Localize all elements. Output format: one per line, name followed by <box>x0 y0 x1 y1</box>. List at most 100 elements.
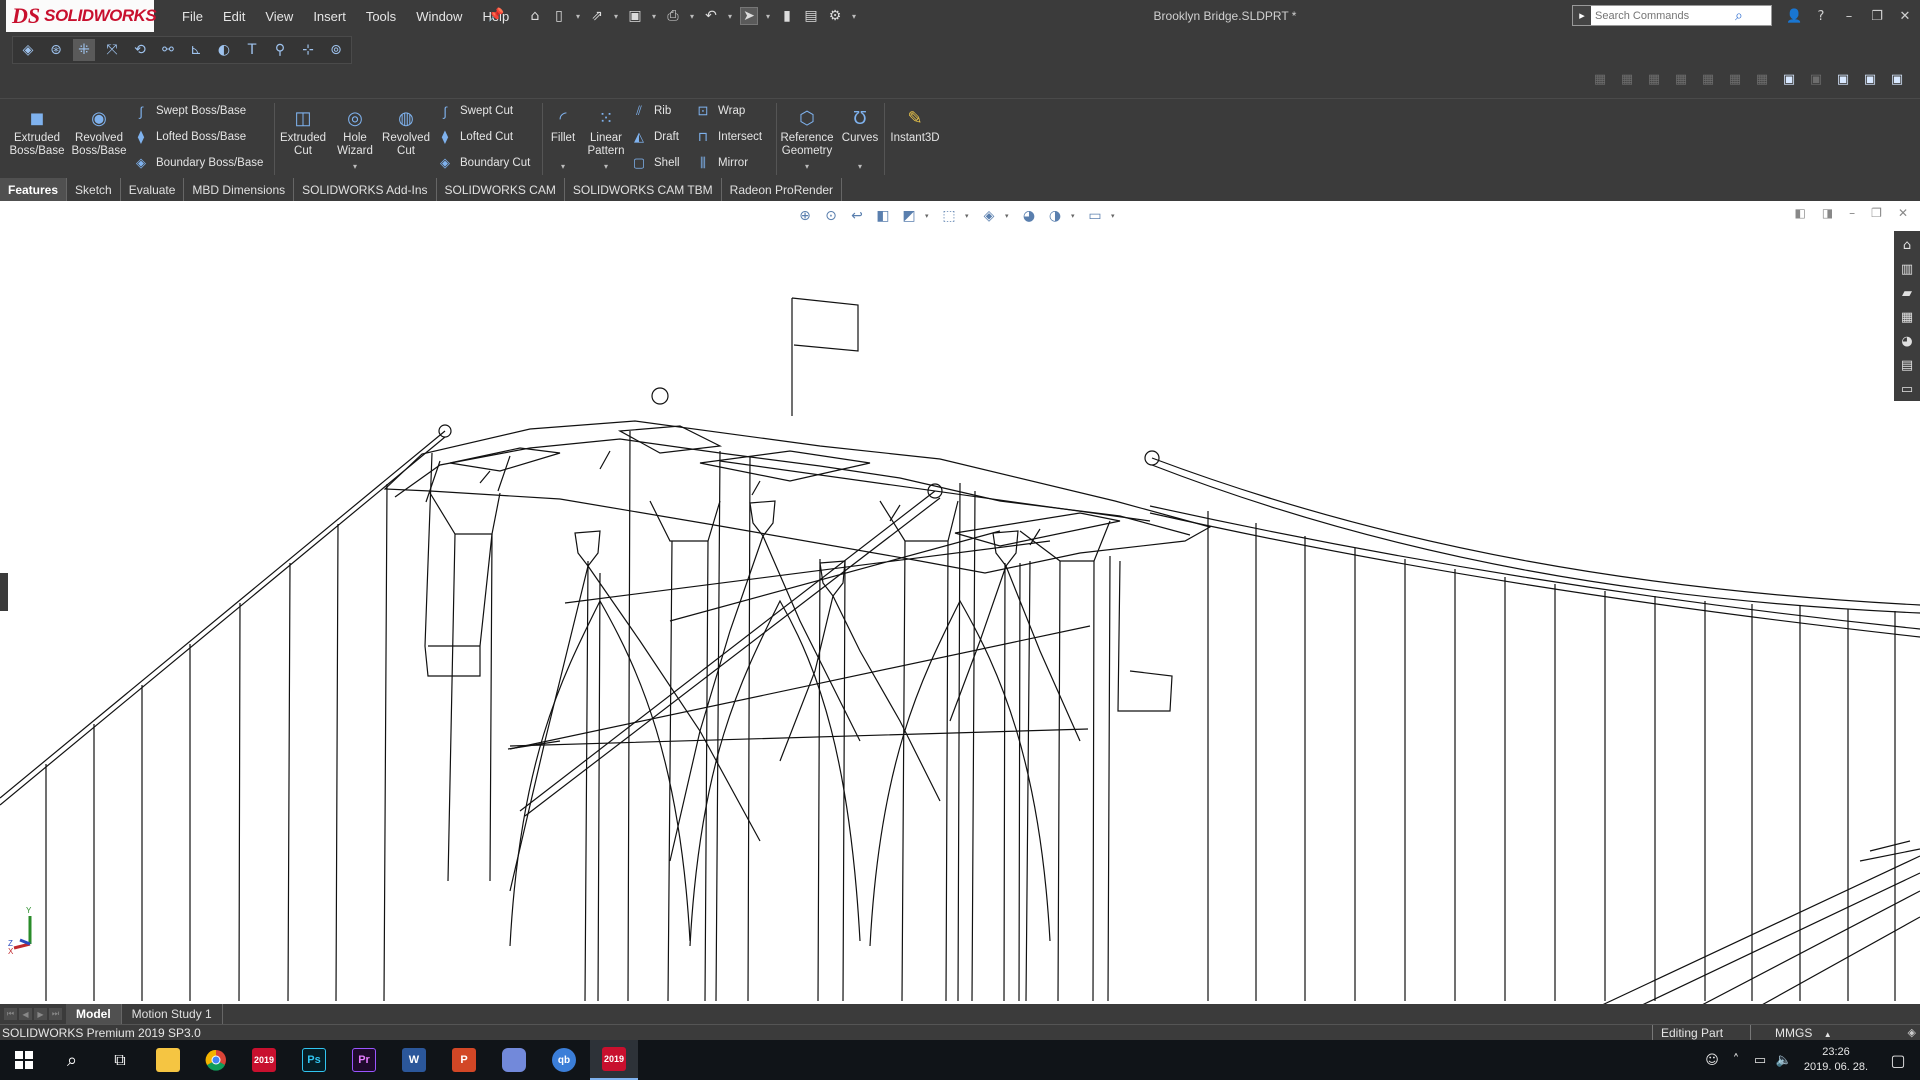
apply-scene-icon[interactable]: ◑ <box>1045 206 1065 226</box>
fillet-button[interactable]: ◜ Fillet ▾ <box>546 105 580 173</box>
file-explorer-icon[interactable]: ▰ <box>1897 283 1917 303</box>
solidworks-logo[interactable]: DS SOLIDWORKS <box>6 0 157 32</box>
previous-view-icon[interactable]: ↩ <box>847 206 867 226</box>
prev-tab-icon[interactable]: ◀ <box>19 1008 32 1020</box>
start-button[interactable] <box>0 1040 48 1080</box>
extruded-cut-button[interactable]: ◫ Extruded Cut <box>278 105 328 158</box>
search-input[interactable] <box>1591 9 1731 22</box>
text-icon[interactable]: T <box>241 39 263 61</box>
revolved-cut-button[interactable]: ◍ Revolved Cut <box>380 105 432 158</box>
dropdown-icon[interactable]: ▾ <box>1071 212 1079 220</box>
word-button[interactable]: W <box>390 1040 438 1080</box>
search-scope-icon[interactable]: ▸ <box>1573 6 1591 25</box>
select-dropdown-icon[interactable]: ▾ <box>764 12 772 21</box>
task-view-button[interactable]: ⧉ <box>96 1040 144 1080</box>
discord-button[interactable] <box>490 1040 538 1080</box>
shell-button[interactable]: ▢ Shell <box>630 153 680 173</box>
design-library-icon[interactable]: ▥ <box>1897 259 1917 279</box>
options-dropdown-icon[interactable]: ▾ <box>850 12 858 21</box>
save-icon[interactable]: ▣ <box>626 7 644 25</box>
mirror-button[interactable]: ⫼ Mirror <box>694 153 748 173</box>
view-orientation-icon[interactable]: ⬚ <box>939 206 959 226</box>
curves-dropdown-icon[interactable]: ▾ <box>858 160 862 173</box>
layout-icon-1[interactable]: ▦ <box>1589 68 1611 90</box>
feature-manager-toggle[interactable] <box>0 573 8 611</box>
solidworks-active-button[interactable]: 2019 <box>590 1040 638 1080</box>
appearances-scenes-icon[interactable]: ◕ <box>1897 331 1917 351</box>
search-icon[interactable]: ⌕ <box>1735 8 1743 24</box>
tab-sketch[interactable]: Sketch <box>67 178 121 201</box>
search-commands-box[interactable]: ▸ ⌕ <box>1572 5 1772 26</box>
menu-insert[interactable]: Insert <box>303 9 356 24</box>
pin-menu-icon[interactable]: 📌 <box>488 8 504 24</box>
tab-solidworks-cam-tbm[interactable]: SOLIDWORKS CAM TBM <box>565 178 722 201</box>
display-icon-2[interactable]: ▣ <box>1805 68 1827 90</box>
qbittorrent-button[interactable]: qb <box>540 1040 588 1080</box>
powerpoint-button[interactable]: P <box>440 1040 488 1080</box>
clock[interactable]: 23:26 2019. 06. 28. <box>1796 1045 1876 1075</box>
dropdown-icon[interactable]: ▾ <box>965 212 973 220</box>
close-icon[interactable]: ✕ <box>1898 9 1912 24</box>
print-icon[interactable]: ⎙ <box>664 7 682 25</box>
menu-edit[interactable]: Edit <box>213 9 255 24</box>
viewport-close-icon[interactable]: ✕ <box>1898 206 1908 220</box>
wrap-button[interactable]: ⊡ Wrap <box>694 101 746 121</box>
menu-window[interactable]: Window <box>406 9 472 24</box>
move-entities-icon[interactable]: ⤧ <box>101 39 123 61</box>
reference-geometry-dropdown-icon[interactable]: ▾ <box>805 160 809 173</box>
tab-model[interactable]: Model <box>66 1004 122 1024</box>
tab-solidworks-cam[interactable]: SOLIDWORKS CAM <box>437 178 565 201</box>
toolbox-icon[interactable]: ⚲ <box>269 39 291 61</box>
display-icon-3[interactable]: ▣ <box>1832 68 1854 90</box>
status-help-icon[interactable]: ◈ <box>1908 1025 1916 1041</box>
render-icon[interactable]: ⊚ <box>325 39 347 61</box>
tab-mbd-dimensions[interactable]: MBD Dimensions <box>184 178 295 201</box>
tab-solidworks-addins[interactable]: SOLIDWORKS Add-Ins <box>294 178 437 201</box>
bridge-wireframe-model[interactable] <box>0 201 1920 1006</box>
display-icon-1[interactable]: ▣ <box>1778 68 1800 90</box>
zoom-to-fit-icon[interactable]: ⊕ <box>795 206 815 226</box>
layout-icon-3[interactable]: ▦ <box>1643 68 1665 90</box>
minimize-icon[interactable]: – <box>1842 9 1856 24</box>
user-icon[interactable]: 👤 <box>1786 9 1802 24</box>
swept-boss-button[interactable]: ∫ Swept Boss/Base <box>132 101 246 121</box>
layout-icon-7[interactable]: ▦ <box>1751 68 1773 90</box>
view-palette-icon[interactable]: ▦ <box>1897 307 1917 327</box>
dropdown-icon[interactable]: ▾ <box>925 212 933 220</box>
select-cursor-icon[interactable]: ➤ <box>740 7 758 25</box>
section-view-icon[interactable]: ◧ <box>873 206 893 226</box>
menu-file[interactable]: File <box>172 9 213 24</box>
rebuild-icon[interactable]: ▮ <box>778 7 796 25</box>
first-tab-icon[interactable]: ⏮ <box>4 1008 17 1020</box>
restore-icon[interactable]: ❐ <box>1870 9 1884 24</box>
sketch-relations-icon[interactable]: ⊛ <box>45 39 67 61</box>
solidworks-resources-icon[interactable]: ⌂ <box>1897 235 1917 255</box>
unit-system-dropdown-icon[interactable]: ▲ <box>1824 1030 1832 1039</box>
reference-geometry-button[interactable]: ⬡ Reference Geometry ▾ <box>778 105 836 173</box>
viewport-minimize-icon[interactable]: – <box>1849 206 1855 220</box>
linear-pattern-dropdown-icon[interactable]: ▾ <box>604 160 608 173</box>
taskbar-search-button[interactable]: ⌕ <box>48 1040 96 1080</box>
dropdown-icon[interactable]: ▾ <box>1111 212 1119 220</box>
new-document-icon[interactable]: ▯ <box>550 7 568 25</box>
save-dropdown-icon[interactable]: ▾ <box>650 12 658 21</box>
boundary-cut-button[interactable]: ◈ Boundary Cut <box>436 153 530 173</box>
tab-evaluate[interactable]: Evaluate <box>121 178 185 201</box>
dropdown-icon[interactable]: ▾ <box>1005 212 1013 220</box>
layout-icon-6[interactable]: ▦ <box>1724 68 1746 90</box>
lofted-boss-button[interactable]: ⧫ Lofted Boss/Base <box>132 127 246 147</box>
instant3d-button[interactable]: ✎ Instant3D <box>886 105 944 145</box>
boundary-boss-button[interactable]: ◈ Boundary Boss/Base <box>132 153 263 173</box>
zoom-to-area-icon[interactable]: ⊙ <box>821 206 841 226</box>
rib-button[interactable]: ⫽ Rib <box>630 101 671 121</box>
appearance-icon[interactable]: ◐ <box>213 39 235 61</box>
hole-wizard-button[interactable]: ◎ Hole Wizard ▾ <box>332 105 378 173</box>
undo-dropdown-icon[interactable]: ▾ <box>726 12 734 21</box>
viewport-restore-icon[interactable]: ❐ <box>1871 206 1882 220</box>
rotate-icon[interactable]: ⟲ <box>129 39 151 61</box>
edit-appearance-icon[interactable]: ◕ <box>1019 206 1039 226</box>
curves-button[interactable]: Ʊ Curves ▾ <box>838 105 882 173</box>
linear-pattern-button[interactable]: ⁙ Linear Pattern ▾ <box>584 105 628 173</box>
swept-cut-button[interactable]: ∫ Swept Cut <box>436 101 513 121</box>
coordinate-icon[interactable]: ⊾ <box>185 39 207 61</box>
